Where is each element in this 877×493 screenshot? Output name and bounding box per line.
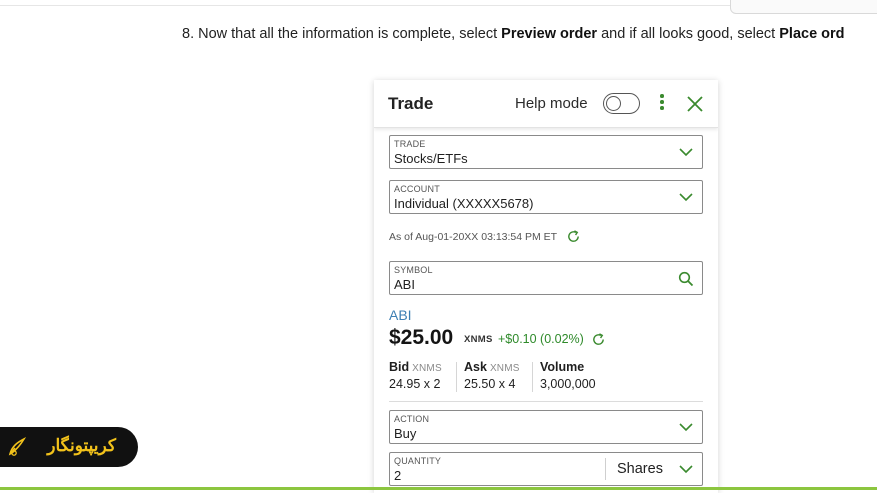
watermark-text: کریپتونگار xyxy=(47,436,116,455)
price-change: +$0.10 (0.02%) xyxy=(498,332,584,346)
chevron-down-icon xyxy=(679,193,693,202)
ask-quote: Ask XNMS 25.50 x 4 xyxy=(464,360,520,394)
quote-separator xyxy=(532,362,533,392)
quantity-input[interactable]: QUANTITY 2 Shares xyxy=(389,452,703,486)
ask-value: 25.50 x 4 xyxy=(464,377,516,391)
ask-label: Ask xyxy=(464,360,487,374)
last-price: $25.00 xyxy=(389,326,454,349)
volume-value: 3,000,000 xyxy=(540,377,596,391)
symbol-value: ABI xyxy=(394,277,415,292)
trade-panel-header: Trade Help mode xyxy=(374,80,718,128)
top-partial-panel xyxy=(730,0,877,14)
panel-title: Trade xyxy=(388,94,434,113)
quantity-value[interactable]: 2 xyxy=(394,468,401,483)
instruction-middle: and if all looks good, select xyxy=(597,26,780,42)
volume-quote: Volume 3,000,000 xyxy=(540,360,596,394)
ask-exchange: XNMS xyxy=(489,363,520,374)
price-exchange: XNMS xyxy=(464,334,493,345)
watermark-badge: کریپتونگار xyxy=(0,427,138,467)
chevron-down-icon xyxy=(679,148,693,157)
instruction-text: 8. Now that all the information is compl… xyxy=(182,26,845,42)
refresh-icon[interactable] xyxy=(566,229,581,244)
as-of-timestamp: As of Aug-01-20XX 03:13:54 PM ET xyxy=(389,231,558,243)
trade-panel: Trade Help mode TRADE Stocks/ETFs ACCOUN… xyxy=(374,80,718,493)
chevron-down-icon xyxy=(679,423,693,432)
chevron-down-icon[interactable] xyxy=(679,465,693,474)
bottom-accent-rule xyxy=(0,487,877,490)
account-value: Individual (XXXXX5678) xyxy=(394,196,534,211)
action-label: ACTION xyxy=(394,414,430,424)
instruction-place-order: Place ord xyxy=(779,26,845,42)
close-icon[interactable] xyxy=(685,94,705,114)
toggle-knob xyxy=(606,95,621,111)
symbol-link[interactable]: ABI xyxy=(389,307,412,323)
quote-separator xyxy=(456,362,457,392)
instruction-preview-order: Preview order xyxy=(501,26,598,42)
quantity-unit-select[interactable]: Shares xyxy=(617,461,663,477)
trade-type-label: TRADE xyxy=(394,139,426,149)
quantity-separator xyxy=(605,458,606,480)
trade-type-select[interactable]: TRADE Stocks/ETFs xyxy=(389,135,703,169)
action-value: Buy xyxy=(394,426,417,441)
pen-logo-icon xyxy=(8,437,27,456)
account-select[interactable]: ACCOUNT Individual (XXXXX5678) xyxy=(389,180,703,214)
help-mode-label: Help mode xyxy=(515,95,588,112)
bid-quote: Bid XNMS 24.95 x 2 xyxy=(389,360,442,394)
refresh-quote-icon[interactable] xyxy=(591,332,606,347)
account-label: ACCOUNT xyxy=(394,184,440,194)
symbol-input[interactable]: SYMBOL ABI xyxy=(389,261,703,295)
bid-value: 24.95 x 2 xyxy=(389,377,441,391)
search-icon[interactable] xyxy=(678,271,694,287)
bid-exchange: XNMS xyxy=(412,363,442,374)
volume-label: Volume xyxy=(540,360,585,374)
symbol-label: SYMBOL xyxy=(394,265,433,275)
section-divider xyxy=(389,401,703,402)
bid-label: Bid xyxy=(389,360,410,374)
top-divider xyxy=(0,5,730,6)
more-options-icon[interactable] xyxy=(658,94,666,114)
action-select[interactable]: ACTION Buy xyxy=(389,410,703,444)
quantity-label: QUANTITY xyxy=(394,456,442,466)
trade-type-value: Stocks/ETFs xyxy=(394,151,468,166)
help-mode-toggle[interactable] xyxy=(603,93,640,114)
instruction-prefix: 8. Now that all the information is compl… xyxy=(182,26,502,42)
